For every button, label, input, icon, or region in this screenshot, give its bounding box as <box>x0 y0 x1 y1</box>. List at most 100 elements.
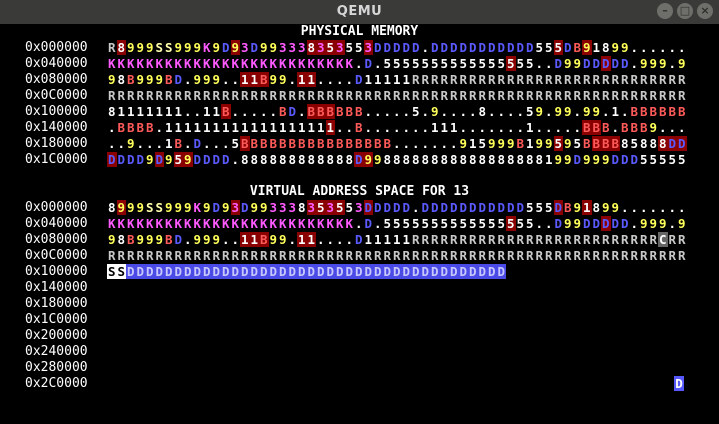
memory-cell: . <box>345 120 354 135</box>
memory-cell: 8 <box>288 152 297 167</box>
memory-cell: R <box>601 88 610 103</box>
memory-cell: D <box>287 264 297 279</box>
memory-cell: B <box>610 136 620 151</box>
memory-cell: B <box>259 72 269 87</box>
memory-cell: 9 <box>582 40 592 55</box>
memory-cell: D <box>477 264 487 279</box>
memory-cell: D <box>601 216 611 231</box>
memory-cell: R <box>345 88 354 103</box>
memory-cell: D <box>421 200 430 215</box>
memory-cell: 5 <box>478 56 487 71</box>
memory-cell: K <box>278 216 287 231</box>
memory-cell: R <box>440 248 449 263</box>
memory-cell: D <box>430 264 440 279</box>
memory-cell: K <box>345 56 354 71</box>
memory-cell: R <box>563 72 572 87</box>
memory-cell: R <box>468 72 477 87</box>
memory-cell: 8 <box>516 152 525 167</box>
address-label: 0x280000 <box>25 360 88 375</box>
memory-cell: D <box>582 216 591 231</box>
memory-cell: D <box>364 56 373 71</box>
memory-cell: R <box>649 248 658 263</box>
memory-cell: K <box>117 216 126 231</box>
minimize-button[interactable]: – <box>657 3 673 19</box>
vm-screen[interactable]: PHYSICAL MEMORY 0x000000 R 8 9 9 9 S S 9 9 9 K 9 D 9 3 D… <box>0 24 719 424</box>
memory-cell: 8 <box>478 104 487 119</box>
maximize-button[interactable]: □ <box>677 3 693 19</box>
memory-cell: 9 <box>183 200 192 215</box>
memory-cell: K <box>307 56 316 71</box>
memory-cell: . <box>506 104 515 119</box>
memory-cell: 5 <box>468 56 477 71</box>
memory-cell: 1 <box>383 72 392 87</box>
memory-cell: D <box>478 40 487 55</box>
memory-cell: 1 <box>325 120 335 135</box>
window-titlebar: QEMU – □ × <box>0 0 719 25</box>
address-label: 0x180000 <box>25 296 88 311</box>
memory-cell: D <box>297 264 307 279</box>
memory-cell: B <box>306 104 316 119</box>
memory-cell: 5 <box>402 216 411 231</box>
memory-cell: R <box>658 72 667 87</box>
memory-cell: 1 <box>202 120 211 135</box>
memory-cell: R <box>335 88 344 103</box>
memory-cell: . <box>383 120 392 135</box>
memory-cell: K <box>231 216 240 231</box>
memory-cell: R <box>639 248 648 263</box>
memory-cell: R <box>183 88 192 103</box>
memory-cell: R <box>145 248 154 263</box>
memory-cell: . <box>544 120 553 135</box>
memory-cell: D <box>554 56 563 71</box>
memory-cell: R <box>630 88 639 103</box>
memory-cell: 9 <box>677 216 686 231</box>
memory-cell: 8 <box>506 152 515 167</box>
memory-cell: 5 <box>440 216 449 231</box>
memory-cell: R <box>145 88 154 103</box>
memory-cell: . <box>554 120 563 135</box>
memory-cell: . <box>193 104 202 119</box>
memory-cell: B <box>354 136 363 151</box>
memory-cell: B <box>126 72 135 87</box>
memory-row: 98B999BD.999..11B99.11....D11111RRRRRRRR… <box>107 72 687 87</box>
memory-cell: 5 <box>392 216 401 231</box>
memory-cell: B <box>582 136 591 151</box>
memory-cell: D <box>117 152 126 167</box>
memory-cell: D <box>402 200 411 215</box>
memory-cell: 8 <box>306 40 316 55</box>
memory-cell: 1 <box>212 104 221 119</box>
memory-cell: . <box>155 136 164 151</box>
memory-cell: 8 <box>269 152 278 167</box>
memory-cell: . <box>231 232 240 247</box>
memory-cell: 1 <box>183 120 192 135</box>
memory-cell: B <box>278 136 287 151</box>
memory-cell: K <box>126 216 135 231</box>
memory-cell: 1 <box>297 232 307 247</box>
memory-cell: 5 <box>411 104 420 119</box>
close-button[interactable]: × <box>697 3 713 19</box>
memory-cell: B <box>639 120 648 135</box>
memory-cell: 5 <box>497 216 506 231</box>
memory-cell: R <box>668 248 677 263</box>
memory-cell: R <box>506 88 515 103</box>
memory-cell: 5 <box>535 200 544 215</box>
memory-cell: 3 <box>297 40 306 55</box>
memory-cell: R <box>126 88 135 103</box>
memory-cell: D <box>506 200 515 215</box>
memory-cell: 5 <box>402 56 411 71</box>
memory-cell: 1 <box>240 72 250 87</box>
memory-cell: R <box>525 248 534 263</box>
memory-cell: 9 <box>174 40 183 55</box>
memory-cell: . <box>231 152 240 167</box>
memory-cell: D <box>288 104 297 119</box>
memory-cell: 9 <box>563 56 572 71</box>
memory-cell: 5 <box>630 136 639 151</box>
memory-cell: 5 <box>553 40 563 55</box>
memory-cell: K <box>240 56 249 71</box>
memory-cell: K <box>174 56 183 71</box>
memory-cell: 9 <box>202 232 211 247</box>
memory-cell: D <box>402 40 411 55</box>
memory-cell: 5 <box>345 40 354 55</box>
memory-cell: 9 <box>183 152 193 167</box>
memory-cell: D <box>440 40 449 55</box>
memory-cell: R <box>364 88 373 103</box>
